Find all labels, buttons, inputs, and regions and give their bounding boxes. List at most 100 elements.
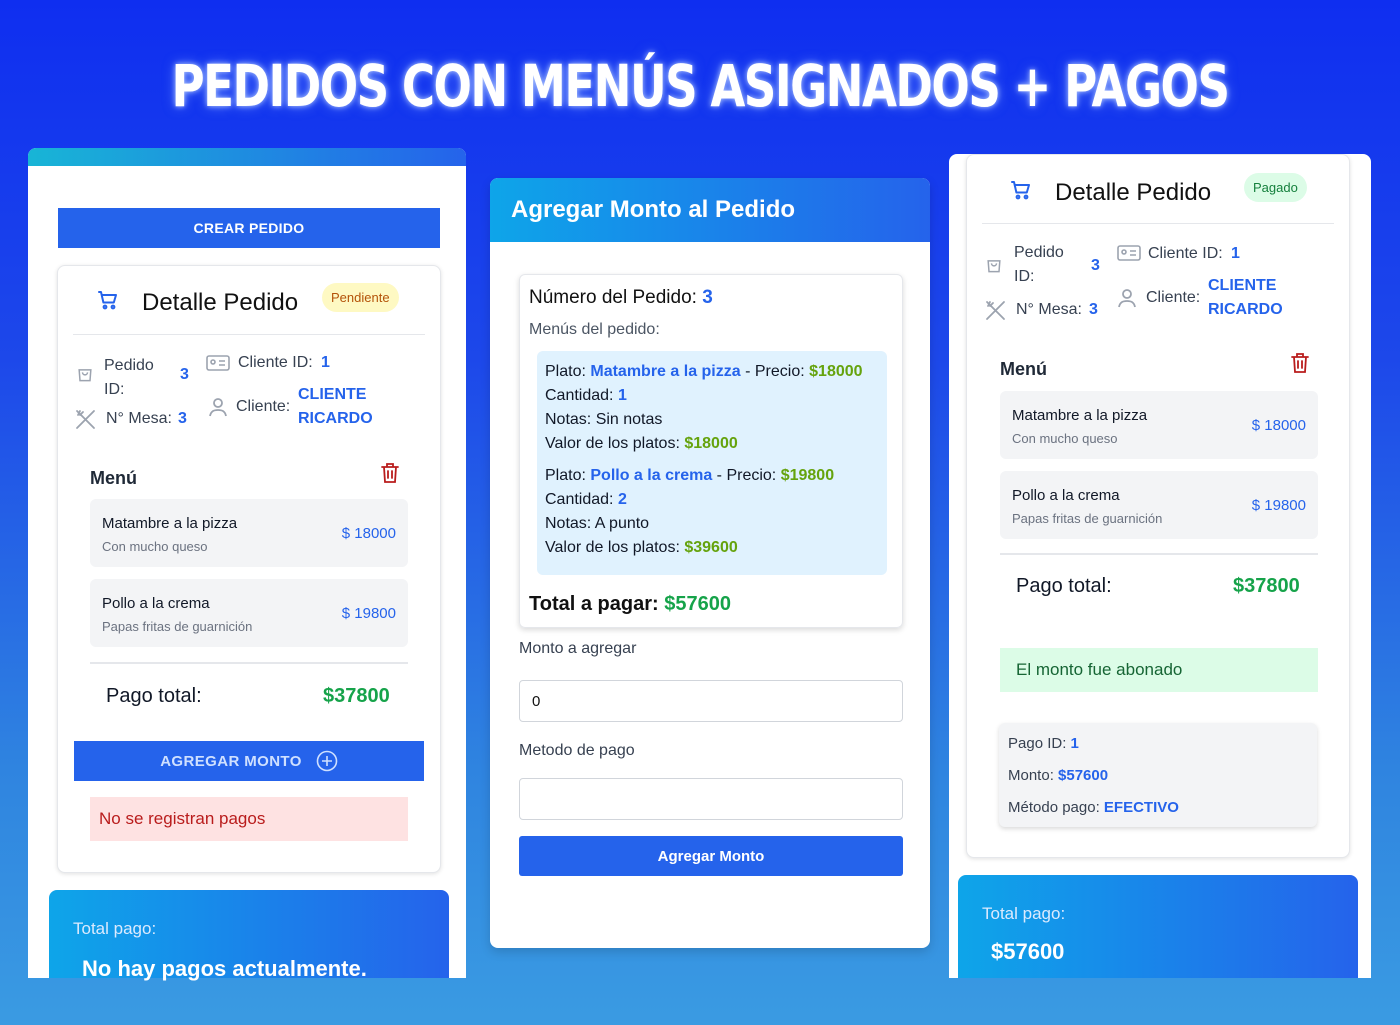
cantidad-value: 1 <box>617 387 627 404</box>
menu-item-note: Papas fritas de guarnición <box>1012 511 1163 526</box>
order-detail-title: Detalle Pedido <box>142 288 299 316</box>
total-pago-value: No hay pagos actualmente. <box>82 956 367 981</box>
plus-circle-icon <box>316 750 338 772</box>
menu-item: Matambre a la pizza Con mucho queso $ 18… <box>1000 391 1318 459</box>
add-amount-panel: Agregar Monto al Pedido Número del Pedid… <box>490 178 930 948</box>
add-amount-label: AGREGAR MONTO <box>160 752 302 770</box>
left-total-footer: Total pago: No hay pagos actualmente. <box>49 890 449 981</box>
total-label: Pago total: <box>106 685 202 707</box>
add-amount-button[interactable]: AGREGAR MONTO <box>74 741 424 781</box>
order-detail-title: Detalle Pedido <box>1055 178 1212 206</box>
payment-method-label: Método pago: <box>1008 799 1100 816</box>
valor-value: $39600 <box>684 539 738 556</box>
precio-value: $19800 <box>780 467 835 484</box>
utensils-icon <box>984 299 1008 326</box>
order-detail-card: Detalle Pedido Pendiente Pedido ID: 3 Cl… <box>57 265 441 873</box>
order-number-value: 3 <box>702 287 713 308</box>
plato-name: Matambre a la pizza <box>590 363 741 380</box>
monto-label: Monto a agregar <box>519 640 637 657</box>
menu-item-price: $ 18000 <box>341 525 396 542</box>
line-cantidad: Cantidad: 1 <box>545 387 627 405</box>
cliente-id-value: 1 <box>321 354 330 371</box>
pedido-id-label: Pedido ID: <box>1014 244 1064 285</box>
total-to-pay: Total a pagar: $57600 <box>529 593 731 616</box>
line-cantidad: Cantidad: 2 <box>545 491 627 509</box>
line-valor: Valor de los platos: $18000 <box>545 435 738 453</box>
precio-label: - Precio: <box>716 467 777 484</box>
right-total-footer: Total pago: $57600 <box>958 875 1358 978</box>
divider <box>90 662 408 664</box>
left-panel: CREAR PEDIDO Detalle Pedido Pendiente Pe… <box>28 148 466 978</box>
metodo-label: Metodo de pago <box>519 742 635 759</box>
total-pago-label: Total pago: <box>73 919 157 938</box>
cliente-name-line2: RICARDO <box>298 410 373 427</box>
id-card-icon <box>206 354 230 377</box>
pedido-id-value: 3 <box>180 366 189 383</box>
precio-value: $18000 <box>809 363 863 380</box>
trash-icon[interactable] <box>380 462 400 489</box>
total-value: $37800 <box>323 685 390 707</box>
payment-id-value: 1 <box>1070 735 1079 752</box>
mesa-label: N° Mesa: <box>1016 301 1082 318</box>
utensils-icon <box>74 408 98 435</box>
valor-label: Valor de los platos: <box>545 435 680 452</box>
divider <box>982 223 1334 224</box>
submit-amount-button[interactable]: Agregar Monto <box>519 836 903 876</box>
menu-item-name: Matambre a la pizza <box>102 515 238 532</box>
valor-value: $18000 <box>684 435 738 452</box>
menu-item-note: Papas fritas de guarnición <box>102 619 253 634</box>
menu-label: Menú <box>1000 359 1047 379</box>
payment-amount-value: $57600 <box>1058 767 1109 784</box>
monto-input[interactable] <box>519 680 903 722</box>
pedido-id-label: Pedido ID: <box>104 357 154 398</box>
menu-item-price: $ 19800 <box>341 605 396 622</box>
plato-label: Plato: <box>545 363 586 380</box>
add-amount-header: Agregar Monto al Pedido <box>490 178 930 242</box>
mesa-value: 3 <box>178 410 187 427</box>
line-notas: Notas: A punto <box>545 515 650 532</box>
precio-label: - Precio: <box>745 363 805 380</box>
cliente-name-line1: CLIENTE <box>298 386 367 403</box>
menu-item-name: Pollo a la crema <box>1012 487 1120 504</box>
no-payments-alert: No se registran pagos <box>90 797 408 841</box>
create-order-button[interactable]: CREAR PEDIDO <box>58 208 440 248</box>
total-to-pay-value: $57600 <box>664 593 731 615</box>
total-pago-value: $57600 <box>991 939 1065 964</box>
bag-icon <box>75 364 95 389</box>
menu-label: Menú <box>90 468 137 488</box>
menu-item-name: Pollo a la crema <box>102 595 210 612</box>
menu-item: Pollo a la crema Papas fritas de guarnic… <box>90 579 408 647</box>
order-detail-card: Detalle Pedido Pagado Pedido ID: 3 Clien… <box>966 154 1350 858</box>
menu-item-name: Matambre a la pizza <box>1012 407 1148 424</box>
payment-id-label: Pago ID: <box>1008 735 1067 752</box>
order-detail-header: Detalle Pedido <box>1009 178 1211 207</box>
payment-amount: Monto: $57600 <box>1008 767 1108 784</box>
cliente-id-label: Cliente ID: <box>238 354 313 371</box>
cart-icon <box>96 288 120 317</box>
mesa-label: N° Mesa: <box>106 410 172 427</box>
order-number: Número del Pedido: 3 <box>529 287 713 309</box>
metodo-input[interactable] <box>519 778 903 820</box>
menu-item-price: $ 19800 <box>1251 497 1306 514</box>
payment-card: Pago ID: 1 Monto: $57600 Método pago: EF… <box>999 723 1317 827</box>
order-detail-header: Detalle Pedido <box>96 288 298 317</box>
status-badge: Pagado <box>1244 173 1307 202</box>
total-label: Pago total: <box>1016 575 1112 597</box>
cart-icon <box>1009 178 1033 207</box>
cliente-name-line1: CLIENTE <box>1208 277 1277 294</box>
menu-item: Matambre a la pizza Con mucho queso $ 18… <box>90 499 408 567</box>
left-panel-topbar <box>28 148 466 166</box>
valor-label: Valor de los platos: <box>545 539 680 556</box>
right-panel: Detalle Pedido Pagado Pedido ID: 3 Clien… <box>949 154 1371 978</box>
pedido-id-value: 3 <box>1091 257 1100 274</box>
menu-item-note: Con mucho queso <box>1012 431 1118 446</box>
order-summary: Número del Pedido: 3 Menús del pedido: P… <box>519 274 903 628</box>
trash-icon[interactable] <box>1290 352 1310 379</box>
page-title: PEDIDOS CON MENÚS ASIGNADOS + PAGOS <box>171 52 1231 120</box>
line-plato: Plato: Matambre a la pizza - Precio: $18… <box>545 363 863 381</box>
id-card-icon <box>1117 244 1141 267</box>
user-icon <box>1117 287 1137 314</box>
payment-id: Pago ID: 1 <box>1008 735 1079 752</box>
cliente-label: Cliente: <box>236 398 291 415</box>
menu-item: Pollo a la crema Papas fritas de guarnic… <box>1000 471 1318 539</box>
